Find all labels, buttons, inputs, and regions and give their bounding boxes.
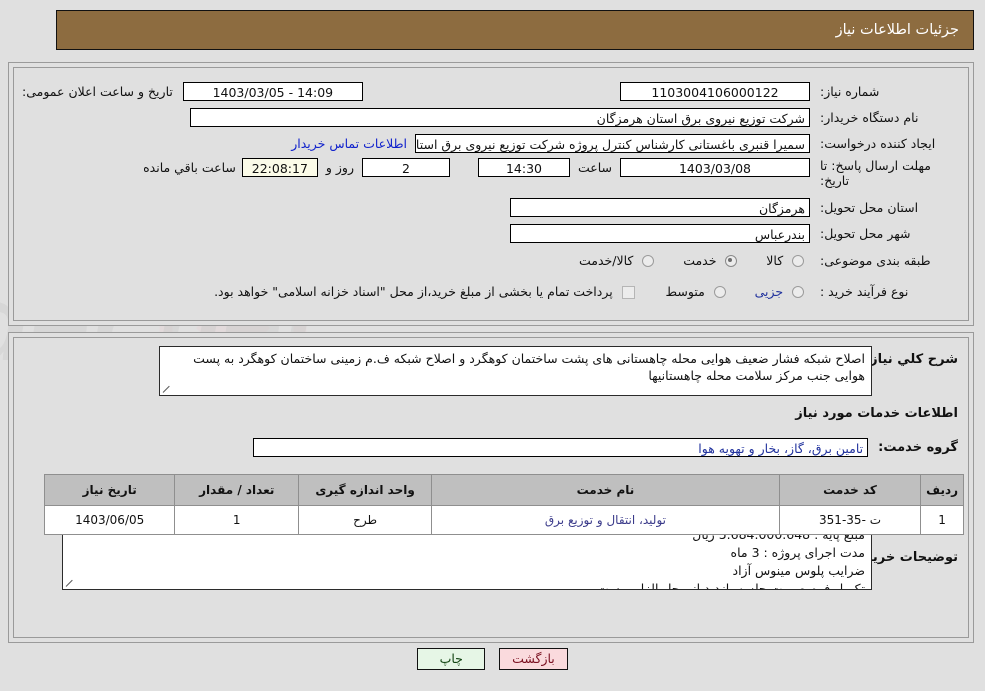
radio-process-medium-wrap[interactable]: متوسط xyxy=(661,284,726,299)
services-section-title: اطلاعات خدمات مورد نیاز xyxy=(795,406,958,421)
label-need-number: شماره نیاز: xyxy=(820,83,880,99)
radio-category-goods-service-label: کالا/خدمت xyxy=(579,252,634,268)
table-header-row: ردیف کد خدمت نام خدمت واحد اندازه گیری ت… xyxy=(43,474,964,506)
field-province[interactable]: هرمزگان xyxy=(510,197,810,217)
label-hour: ساعت xyxy=(577,160,612,175)
cell-row-no: 1 xyxy=(920,505,964,535)
label-buyer-org: نام دستگاه خریدار: xyxy=(820,109,919,125)
th-row-no: ردیف xyxy=(920,474,964,506)
field-need-number[interactable]: 1103004106000122 xyxy=(620,81,810,101)
print-button[interactable]: چاپ xyxy=(417,648,486,670)
cell-service-name: تولید، انتقال و توزیع برق xyxy=(431,505,780,535)
resize-grip-icon-notes[interactable] xyxy=(64,579,74,589)
label-need-description: شرح کلي نیاز: xyxy=(864,352,958,367)
th-service-code: کد خدمت xyxy=(778,474,922,506)
field-deadline-date[interactable]: 1403/03/08 xyxy=(620,158,810,177)
treasury-note-wrap[interactable]: پرداخت تمام یا بخشی از مبلغ خرید،از محل … xyxy=(209,283,635,299)
label-requester: ایجاد کننده درخواست: xyxy=(820,135,936,151)
radio-category-service-wrap[interactable]: خدمت xyxy=(678,252,738,268)
page-header-bar: جزئیات اطلاعات نیاز xyxy=(56,10,974,50)
label-category: طبقه بندی موضوعی: xyxy=(820,252,931,268)
radio-category-goods[interactable] xyxy=(792,255,804,267)
radio-category-goods-service-wrap[interactable]: کالا/خدمت xyxy=(574,252,655,268)
main-info-panel: شماره نیاز: 1103004106000122 14:09 - 140… xyxy=(8,62,974,326)
field-days-left[interactable]: 2 xyxy=(361,158,450,177)
label-process-type: نوع فرآیند خرید : xyxy=(820,283,909,299)
radio-category-service[interactable] xyxy=(725,255,738,267)
textarea-need-description[interactable]: اصلاح شبکه فشار ضعیف هوایی محله چاهستانی… xyxy=(159,346,872,396)
checkbox-treasury-bonds[interactable] xyxy=(621,285,635,299)
cell-unit: طرح xyxy=(298,505,433,535)
treasury-note-label: پرداخت تمام یا بخشی از مبلغ خرید،از محل … xyxy=(214,283,613,299)
field-city[interactable]: بندرعباس xyxy=(510,223,810,243)
label-city: شهر محل تحویل: xyxy=(820,225,911,241)
radio-category-goods-wrap[interactable]: کالا xyxy=(761,253,804,268)
page-title: جزئیات اطلاعات نیاز xyxy=(835,22,959,38)
radio-category-goods-label: کالا xyxy=(766,252,784,268)
field-deadline-hour[interactable]: 14:30 xyxy=(477,158,570,177)
table-row: 1 ت -35-351 تولید، انتقال و توزیع برق طر… xyxy=(43,505,964,535)
cell-quantity: 1 xyxy=(174,505,300,535)
back-button[interactable]: بازگشت xyxy=(499,648,568,670)
cell-need-date: 1403/06/05 xyxy=(43,505,176,535)
radio-category-service-label: خدمت xyxy=(683,252,717,268)
radio-process-minor-wrap[interactable]: جزیی xyxy=(750,284,804,299)
field-requester[interactable]: سمیرا قنبری باغستانی کارشناس کنترل پروژه… xyxy=(415,133,810,153)
buyer-notes-text: مبلغ پایه : 5.684.000.648 ریال مدت اجرای… xyxy=(596,527,865,590)
th-quantity: تعداد / مقدار xyxy=(174,474,300,506)
resize-grip-icon[interactable] xyxy=(161,385,171,395)
footer-button-row: بازگشت چاپ xyxy=(0,648,985,670)
th-service-name: نام خدمت xyxy=(431,474,780,506)
field-time-remaining: 22:08:17 xyxy=(241,158,318,177)
label-deadline: مهلت ارسال پاسخ: تا تاریخ: xyxy=(820,158,931,188)
buyer-contact-link[interactable]: اطلاعات تماس خریدار xyxy=(291,136,407,151)
cell-service-code: ت -35-351 xyxy=(778,505,922,535)
need-description-text: اصلاح شبکه فشار ضعیف هوایی محله چاهستانی… xyxy=(193,351,865,383)
main-info-inner-frame: شماره نیاز: 1103004106000122 14:09 - 140… xyxy=(13,67,969,321)
field-buyer-org[interactable]: شرکت توزیع نیروی برق استان هرمزگان xyxy=(190,107,810,127)
radio-process-medium-label: متوسط xyxy=(665,283,705,299)
label-service-group: گروه خدمت: xyxy=(878,439,958,455)
field-service-group[interactable]: تامین برق، گاز، بخار و تهویه هوا xyxy=(253,437,869,457)
label-announce-datetime: تاریخ و ساعت اعلان عمومی: xyxy=(22,83,173,99)
radio-process-minor-label: جزیی xyxy=(754,283,784,299)
radio-process-minor[interactable] xyxy=(792,286,804,298)
services-table: ردیف کد خدمت نام خدمت واحد اندازه گیری ت… xyxy=(43,474,964,535)
th-unit: واحد اندازه گیری xyxy=(298,474,433,506)
radio-process-medium[interactable] xyxy=(713,286,726,298)
th-need-date: تاریخ نیاز xyxy=(43,474,176,506)
label-days-and: روز و xyxy=(325,160,354,175)
radio-category-goods-service[interactable] xyxy=(642,255,655,267)
label-hours-remaining: ساعت باقي مانده xyxy=(143,160,236,175)
field-announce-datetime[interactable]: 14:09 - 1403/03/05 xyxy=(182,81,363,101)
label-province: استان محل تحویل: xyxy=(820,199,919,215)
